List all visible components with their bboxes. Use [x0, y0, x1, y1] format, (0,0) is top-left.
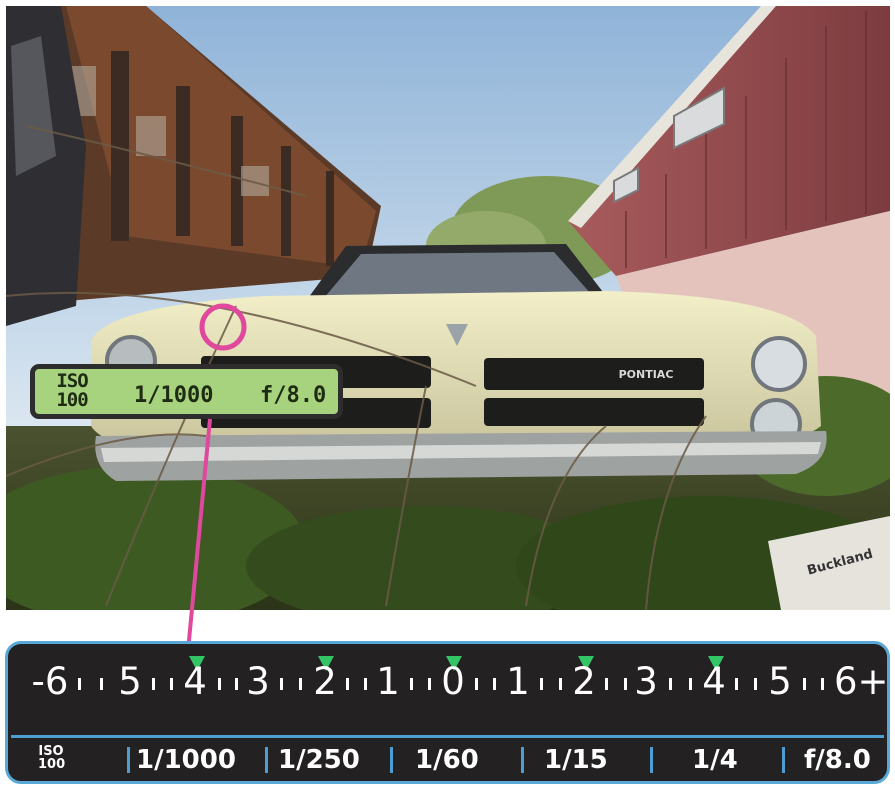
- stop-label: -6: [31, 660, 69, 703]
- shutter-speed-option: 1/1000: [136, 745, 236, 775]
- third-stop-tick: [299, 678, 302, 690]
- scale-aperture: f/8.0: [804, 745, 871, 775]
- stop-label: 2: [313, 660, 337, 703]
- stop-label: 6+: [834, 660, 889, 703]
- third-stop-tick: [364, 678, 367, 690]
- shutter-speed-option: 1/250: [278, 745, 360, 775]
- third-stop-tick: [428, 678, 431, 690]
- shutter-separator: [521, 747, 524, 773]
- third-stop-tick: [346, 678, 349, 690]
- stop-label: 4: [702, 660, 726, 703]
- scale-iso-value: 100: [38, 757, 66, 772]
- stop-label: 3: [246, 660, 270, 703]
- readout-iso-value: 100: [56, 389, 88, 411]
- third-stop-tick: [218, 678, 221, 690]
- exposure-scale: -6 5 4 3 2 1 0 1 2 3 4 5 6+ ISO 100 1/10…: [5, 641, 890, 784]
- third-stop-tick: [605, 678, 608, 690]
- scale-iso: ISO 100: [38, 745, 66, 772]
- stop-label: 0: [441, 660, 465, 703]
- third-stop-tick: [493, 678, 496, 690]
- third-stop-tick: [235, 678, 238, 690]
- third-stop-tick: [280, 678, 283, 690]
- stop-label: 1: [506, 660, 530, 703]
- third-stop-tick: [821, 678, 824, 690]
- third-stop-tick: [170, 678, 173, 690]
- shutter-speed-option: 1/4: [692, 745, 738, 775]
- third-stop-tick: [475, 678, 478, 690]
- scale-divider: [11, 735, 884, 738]
- stop-label: 5: [118, 660, 142, 703]
- shutter-separator: [127, 747, 130, 773]
- third-stop-tick: [754, 678, 757, 690]
- shutter-separator: [265, 747, 268, 773]
- third-stop-tick: [559, 678, 562, 690]
- car-photo: PONTIAC Buckland: [6, 6, 890, 610]
- stop-label: 1: [376, 660, 400, 703]
- stop-label: 2: [572, 660, 596, 703]
- readout-shutter-speed: 1/1000: [134, 383, 214, 408]
- third-stop-tick: [540, 678, 543, 690]
- third-stop-tick: [669, 678, 672, 690]
- third-stop-tick: [624, 678, 627, 690]
- stop-label: 4: [183, 660, 207, 703]
- shutter-separator: [390, 747, 393, 773]
- third-stop-tick: [689, 678, 692, 690]
- shutter-separator: [782, 747, 785, 773]
- exposure-readout: ISO 100 1/1000 f/8.0: [30, 364, 343, 419]
- third-stop-tick: [152, 678, 155, 690]
- readout-iso: ISO 100: [55, 372, 89, 410]
- readout-aperture: f/8.0: [260, 383, 327, 408]
- third-stop-tick: [100, 678, 103, 690]
- third-stop-tick: [410, 678, 413, 690]
- stop-label: 5: [768, 660, 792, 703]
- shutter-separator: [650, 747, 653, 773]
- shutter-speed-option: 1/60: [415, 745, 479, 775]
- third-stop-tick: [735, 678, 738, 690]
- third-stop-tick: [78, 678, 81, 690]
- stop-label: 3: [634, 660, 658, 703]
- photo-illustration: PONTIAC Buckland: [6, 6, 890, 610]
- shutter-speed-option: 1/15: [544, 745, 608, 775]
- third-stop-tick: [803, 678, 806, 690]
- car-badge-text: PONTIAC: [619, 368, 674, 381]
